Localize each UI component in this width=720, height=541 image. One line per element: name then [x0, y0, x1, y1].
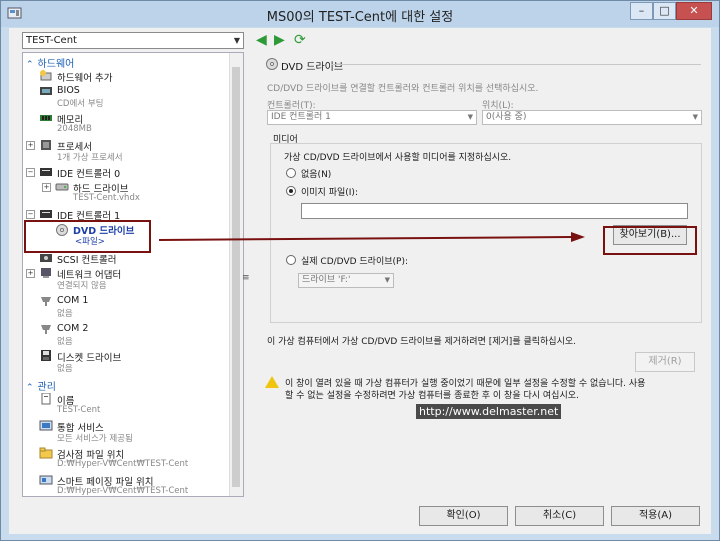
checkpoint-icon	[39, 447, 53, 459]
apply-button[interactable]: 적용(A)	[611, 506, 700, 526]
remove-hint: 이 가상 컴퓨터에서 가상 CD/DVD 드라이브를 제거하려면 [제거]를 클…	[267, 337, 576, 347]
maximize-button[interactable]: □	[653, 2, 676, 20]
collapse-icon: ⌃	[26, 60, 34, 70]
section-hardware[interactable]: ⌃ 하드웨어	[23, 55, 231, 70]
collapse-toggle-icon[interactable]: −	[26, 210, 35, 219]
ide-controller-icon	[40, 210, 52, 218]
controller-combo[interactable]: IDE 컨트롤러 1 ▼	[267, 110, 477, 125]
processor-icon	[41, 140, 51, 150]
radio-physical-drive[interactable]	[286, 255, 296, 265]
floppy-disk-icon	[41, 350, 51, 361]
add-hardware-icon	[40, 70, 52, 81]
tree-item-sub: TEST-Cent	[57, 405, 101, 415]
title-bar: MS00의 TEST-Cent에 대한 설정 – □ ✕	[1, 1, 719, 27]
nav-buttons: ◀ ▶ ⟳	[256, 32, 316, 50]
memory-icon	[40, 115, 52, 121]
tree-item-label: COM 2	[57, 323, 89, 334]
window-title: MS00의 TEST-Cent에 대한 설정	[266, 10, 454, 25]
collapse-icon: ⌃	[26, 383, 34, 393]
tree-item-sub: 없음	[57, 337, 73, 347]
annotation-browse-highlight	[603, 226, 697, 255]
ide-controller-icon	[40, 168, 52, 176]
cancel-button[interactable]: 취소(C)	[515, 506, 604, 526]
vm-selector-value: TEST-Cent	[26, 35, 77, 46]
group-divider	[331, 64, 701, 65]
media-desc: 가상 CD/DVD 드라이브에서 사용할 미디어를 지정하십시오.	[284, 153, 512, 163]
scrollbar-thumb[interactable]	[232, 67, 240, 487]
annotation-arrow	[159, 232, 585, 242]
chevron-down-icon: ▼	[467, 113, 473, 121]
radio-none[interactable]	[286, 168, 296, 178]
intro-text: CD/DVD 드라이브를 연결할 컨트롤러와 컨트롤러 위치를 선택하십시오.	[267, 84, 539, 94]
chevron-down-icon: ▼	[233, 36, 240, 45]
bios-icon	[40, 87, 52, 95]
splitter-grip[interactable]: ≡	[242, 273, 250, 283]
chevron-down-icon: ▼	[384, 276, 390, 284]
group-title: DVD 드라이브	[281, 62, 344, 73]
expand-icon[interactable]: +	[42, 183, 51, 192]
vm-selector[interactable]: TEST-Cent ▼	[22, 32, 244, 49]
tree-item-label: SCSI 컨트롤러	[57, 255, 117, 266]
settings-window: MS00의 TEST-Cent에 대한 설정 – □ ✕ TEST-Cent ▼…	[0, 0, 720, 541]
scsi-controller-icon	[40, 254, 52, 262]
expand-icon[interactable]: +	[26, 141, 35, 150]
settings-tree: ⌃ 하드웨어 하드웨어 추가 BIOS CD에서 부팅 메모리 2048MB + …	[22, 52, 244, 497]
controller-value: IDE 컨트롤러 1	[271, 112, 331, 122]
remove-button[interactable]: 제거(R)	[635, 352, 695, 372]
tree-item-sub: 1개 가상 프로세서	[57, 153, 123, 163]
tree-item-label: BIOS	[57, 85, 80, 96]
tree-item-sub: 연결되지 않음	[57, 281, 107, 291]
physical-drive-value: 드라이브 'F:'	[302, 275, 351, 285]
tree-item-label: IDE 컨트롤러 0	[57, 169, 121, 180]
forward-arrow-icon[interactable]: ▶	[274, 32, 285, 48]
tree-item-label: 하드웨어 추가	[57, 73, 113, 84]
expand-icon[interactable]: +	[26, 269, 35, 278]
tree-scrollbar[interactable]	[229, 53, 243, 496]
annotation-dvd-highlight	[24, 220, 151, 253]
image-path-input[interactable]	[301, 203, 688, 219]
network-adapter-icon	[41, 268, 51, 278]
radio-image-file[interactable]	[286, 186, 296, 196]
location-combo[interactable]: 0(사용 중) ▼	[482, 110, 702, 125]
com-port-icon	[41, 325, 51, 334]
close-button[interactable]: ✕	[676, 2, 712, 20]
refresh-icon[interactable]: ⟳	[294, 32, 306, 48]
com-port-icon	[41, 297, 51, 306]
name-icon	[41, 393, 51, 405]
collapse-toggle-icon[interactable]: −	[26, 168, 35, 177]
minimize-button[interactable]: –	[630, 2, 653, 20]
window-client: TEST-Cent ▼ ◀ ▶ ⟳ ⌃ 하드웨어 하드웨어 추가 BIOS CD에…	[9, 28, 711, 534]
physical-drive-combo[interactable]: 드라이브 'F:' ▼	[298, 273, 394, 288]
radio-none-label: 없음(N)	[301, 170, 332, 180]
smart-paging-icon	[39, 475, 53, 485]
warning-icon	[265, 376, 279, 388]
tree-item-sub: 2048MB	[57, 124, 92, 134]
tree-item-sub: D:₩Hyper-V₩Cent₩TEST-Cent	[57, 459, 189, 469]
tree-item-sub: TEST-Cent.vhdx	[73, 193, 140, 203]
section-management[interactable]: ⌃ 관리	[23, 378, 231, 393]
radio-image-label: 이미지 파일(I):	[301, 188, 358, 198]
tree-item-sub: 없음	[57, 309, 73, 319]
tree-item-label: COM 1	[57, 295, 89, 306]
tree-item-sub: 없음	[57, 364, 73, 374]
integration-services-icon	[39, 420, 53, 431]
dvd-drive-icon	[266, 58, 278, 70]
tree-item-sub: 모든 서비스가 제공됨	[57, 434, 133, 444]
details-pane: DVD 드라이브 CD/DVD 드라이브를 연결할 컨트롤러와 컨트롤러 위치를…	[259, 52, 711, 497]
tree-item-sub: D:₩Hyper-V₩Cent₩TEST-Cent	[57, 486, 189, 496]
warning-line-2: 할 수 없는 설정을 수정하려면 가상 컴퓨터를 종료한 후 이 창을 다시 여…	[285, 391, 579, 401]
watermark: http://www.delmaster.net	[416, 404, 562, 419]
dialog-buttons: 확인(O) 취소(C) 적용(A)	[9, 501, 711, 534]
back-arrow-icon[interactable]: ◀	[256, 32, 267, 48]
chevron-down-icon: ▼	[692, 113, 698, 121]
radio-physical-label: 실제 CD/DVD 드라이브(P):	[301, 257, 408, 267]
ok-button[interactable]: 확인(O)	[419, 506, 508, 526]
tree-item-sub: CD에서 부팅	[57, 99, 104, 109]
hard-drive-icon	[55, 183, 69, 191]
location-value: 0(사용 중)	[486, 112, 527, 122]
